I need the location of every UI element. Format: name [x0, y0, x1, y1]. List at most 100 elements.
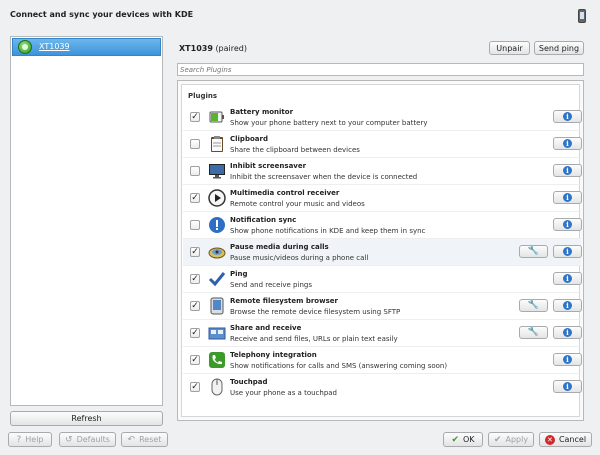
plugin-info-button[interactable]: i — [553, 110, 582, 123]
plugin-checkbox[interactable]: ✓ — [190, 328, 200, 338]
plugin-description: Share the clipboard between devices — [230, 146, 360, 154]
mouse-icon — [207, 377, 227, 397]
help-button[interactable]: ? Help — [8, 432, 52, 447]
info-icon: i — [563, 355, 572, 364]
device-connected-icon — [18, 40, 32, 54]
plugin-description: Receive and send files, URLs or plain te… — [230, 335, 398, 343]
info-icon: i — [563, 382, 572, 391]
info-icon: i — [563, 139, 572, 148]
plugin-name: Touchpad — [230, 378, 268, 386]
plugin-row-pause-media: ✓ Pause media during calls Pause music/v… — [183, 239, 582, 266]
plugin-info-button[interactable]: i — [553, 353, 582, 366]
plugin-name: Share and receive — [230, 324, 302, 332]
plugin-checkbox[interactable]: ✓ — [190, 193, 200, 203]
plugin-row-touchpad: ✓ Touchpad Use your phone as a touchpad … — [183, 374, 582, 401]
plugin-info-button[interactable]: i — [553, 137, 582, 150]
plugin-name: Telephony integration — [230, 351, 317, 359]
defaults-button[interactable]: ↺ Defaults — [59, 432, 116, 447]
info-icon: i — [563, 112, 572, 121]
plugin-name: Notification sync — [230, 216, 297, 224]
plugin-checkbox[interactable]: ✓ — [190, 112, 200, 122]
plugin-configure-button[interactable]: 🔧 — [519, 299, 548, 312]
plugin-configure-button[interactable]: 🔧 — [519, 326, 548, 339]
phone-icon — [207, 350, 227, 370]
plugin-info-button[interactable]: i — [553, 218, 582, 231]
device-item-label: XT1039 — [39, 42, 70, 51]
plugin-row-clipboard: Clipboard Share the clipboard between de… — [183, 131, 582, 158]
apply-button[interactable]: ✔ Apply — [488, 432, 534, 447]
device-list[interactable]: XT1039 — [10, 36, 163, 406]
plugin-row-share-receive: ✓ Share and receive Receive and send fil… — [183, 320, 582, 347]
plugins-panel: Plugins ✓ Battery monitor Show your phon… — [177, 80, 584, 421]
plugin-info-button[interactable]: i — [553, 191, 582, 204]
plugin-checkbox[interactable] — [190, 139, 200, 149]
apply-label: Apply — [505, 435, 529, 444]
clipboard-icon — [207, 134, 227, 154]
plugin-checkbox[interactable]: ✓ — [190, 274, 200, 284]
phone-icon — [578, 9, 586, 23]
cancel-label: Cancel — [558, 435, 587, 444]
plugin-row-battery-monitor: ✓ Battery monitor Show your phone batter… — [183, 104, 582, 131]
monitor-icon — [207, 161, 227, 181]
reset-button[interactable]: ↶ Reset — [121, 432, 168, 447]
plugin-info-button[interactable]: i — [553, 326, 582, 339]
window-title: Connect and sync your devices with KDE — [10, 10, 194, 19]
device-name: XT1039 — [179, 44, 213, 53]
plugin-checkbox[interactable] — [190, 166, 200, 176]
plugin-name: Battery monitor — [230, 108, 294, 116]
device-item-xt1039[interactable]: XT1039 — [12, 38, 161, 56]
plugin-info-button[interactable]: i — [553, 299, 582, 312]
device-icon — [207, 296, 227, 316]
plugin-name: Pause media during calls — [230, 243, 329, 251]
info-icon: i — [563, 301, 572, 310]
plugin-description: Use your phone as a touchpad — [230, 389, 337, 397]
plugin-checkbox[interactable] — [190, 220, 200, 230]
plugin-name: Remote filesystem browser — [230, 297, 338, 305]
restore-icon: ↺ — [65, 434, 73, 445]
device-status: (paired) — [215, 44, 247, 53]
search-plugins-input[interactable] — [177, 63, 584, 76]
apply-check-icon: ✔ — [493, 434, 502, 445]
plugin-description: Send and receive pings — [230, 281, 312, 289]
defaults-label: Defaults — [76, 435, 110, 444]
plugin-description: Browse the remote device filesystem usin… — [230, 308, 401, 316]
plugin-info-button[interactable]: i — [553, 164, 582, 177]
send-ping-button[interactable]: Send ping — [534, 41, 584, 55]
plugin-description: Pause music/videos during a phone call — [230, 254, 369, 262]
plugin-info-button[interactable]: i — [553, 245, 582, 258]
plugin-name: Inhibit screensaver — [230, 162, 307, 170]
plugin-checkbox[interactable]: ✓ — [190, 382, 200, 392]
ok-button[interactable]: ✔ OK — [443, 432, 483, 447]
info-icon: i — [563, 220, 572, 229]
share-icon — [207, 323, 227, 343]
help-label: Help — [25, 435, 44, 444]
plugin-checkbox[interactable]: ✓ — [190, 301, 200, 311]
ok-label: OK — [463, 435, 475, 444]
plugin-name: Multimedia control receiver — [230, 189, 340, 197]
plugin-description: Inhibit the screensaver when the device … — [230, 173, 418, 181]
battery-icon — [207, 107, 227, 127]
plugin-description: Show notifications for calls and SMS (an… — [230, 362, 448, 370]
plugin-checkbox[interactable]: ✓ — [190, 247, 200, 257]
info-icon: i — [563, 274, 572, 283]
plugin-row-multimedia-control: ✓ Multimedia control receiver Remote con… — [183, 185, 582, 212]
wrench-icon: 🔧 — [527, 246, 540, 256]
plugin-info-button[interactable]: i — [553, 380, 582, 393]
undo-icon: ↶ — [127, 434, 136, 445]
speaker-icon — [207, 242, 227, 262]
plugin-row-notification-sync: Notification sync Show phone notificatio… — [183, 212, 582, 239]
cancel-button[interactable]: ✕ Cancel — [539, 432, 592, 447]
plugin-description: Show your phone battery next to your com… — [230, 119, 428, 127]
checkmark-icon — [207, 269, 227, 289]
refresh-button[interactable]: Refresh — [10, 411, 163, 426]
plugin-checkbox[interactable]: ✓ — [190, 355, 200, 365]
plugin-configure-button[interactable]: 🔧 — [519, 245, 548, 258]
ok-check-icon: ✔ — [451, 434, 459, 445]
wrench-icon: 🔧 — [527, 327, 540, 337]
plugins-list[interactable]: Plugins ✓ Battery monitor Show your phon… — [181, 84, 582, 417]
plugin-info-button[interactable]: i — [553, 272, 582, 285]
unpair-button[interactable]: Unpair — [489, 41, 530, 55]
window-header: Connect and sync your devices with KDE — [0, 0, 600, 32]
plugin-row-telephony: ✓ Telephony integration Show notificatio… — [183, 347, 582, 374]
info-icon: i — [563, 247, 572, 256]
